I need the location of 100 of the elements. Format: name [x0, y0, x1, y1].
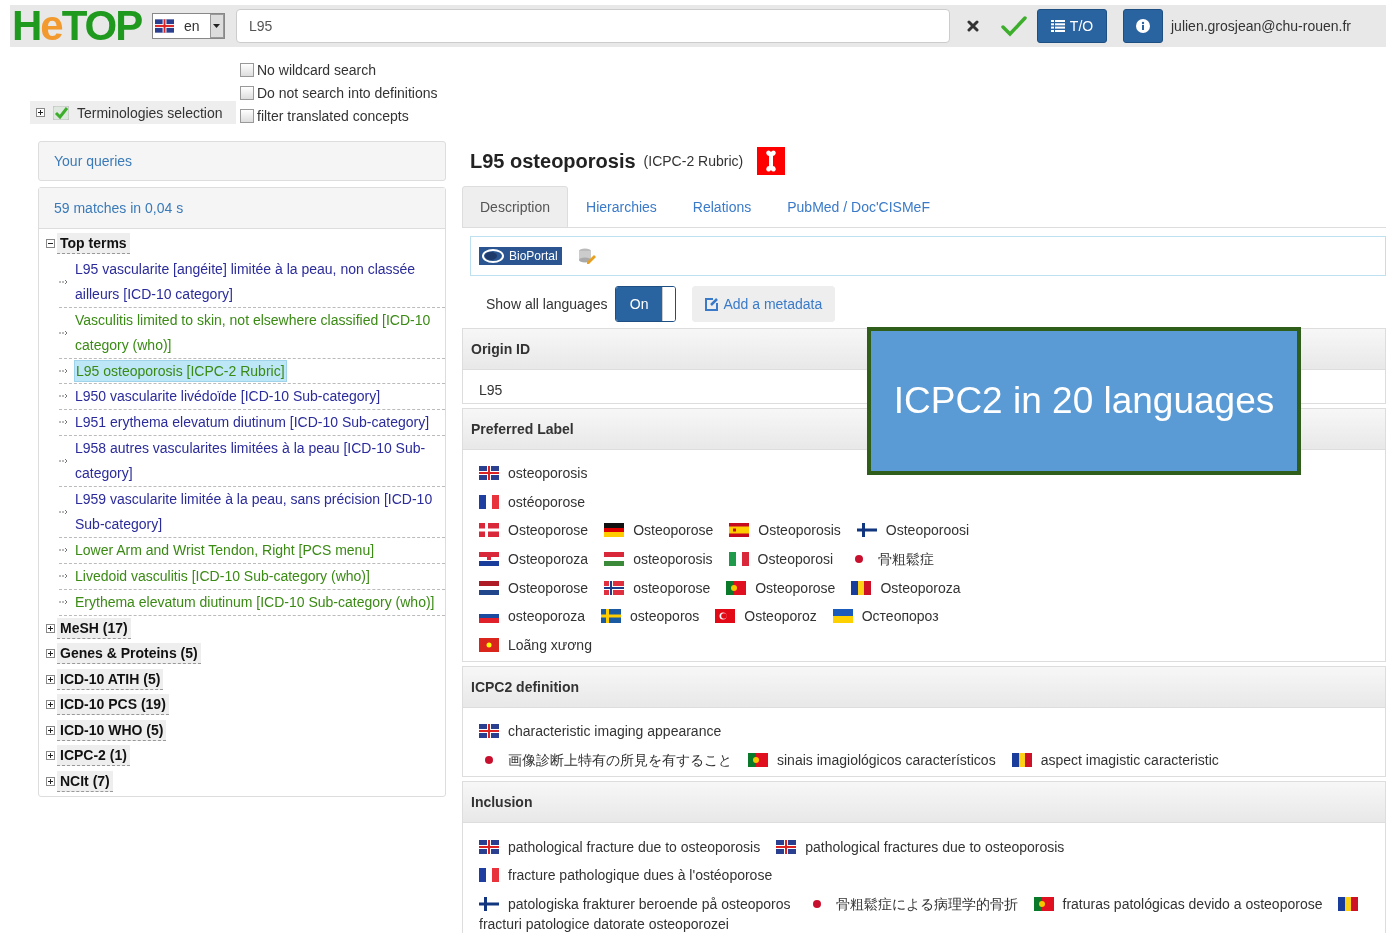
tree-group[interactable]: ICD-10 PCS (19) [57, 694, 169, 716]
expand-icon[interactable] [46, 751, 55, 761]
term-label: osteoporose [633, 579, 711, 596]
info-button[interactable] [1123, 9, 1163, 43]
flag-icon [155, 19, 175, 33]
tree-item[interactable]: L95 vascularite [angéite] limitée à la peau, non classée ailleurs [ICD-10 category] [74, 256, 445, 307]
tree-item[interactable]: Livedoid vasculitis [ICD-10 Sub-category (who)] [74, 563, 371, 589]
expand-icon[interactable] [36, 108, 45, 117]
checkbox[interactable] [240, 85, 254, 100]
bone-icon [757, 147, 786, 175]
flag-icon [479, 466, 499, 481]
arrow-icon [59, 278, 68, 285]
tree-group[interactable]: Top terms [57, 233, 130, 255]
tree-item[interactable]: Erythema elevatum diutinum [ICD-10 Sub-category (who)] [74, 589, 436, 615]
tree-group[interactable]: ICPC-2 (1) [57, 745, 130, 767]
tab[interactable]: Relations [674, 186, 770, 228]
checkmark-icon[interactable] [1001, 15, 1027, 37]
queries-panel[interactable]: Your queries [38, 141, 446, 181]
term-label: Osteoporoosi [885, 522, 970, 539]
logo: HeTOP [12, 6, 143, 46]
add-metadata-button[interactable]: Add a metadata [692, 286, 836, 322]
flag-icon [604, 552, 625, 567]
callout-text: ICPC2 in 20 languages [893, 380, 1275, 422]
flag-icon [729, 523, 750, 538]
tab[interactable]: Hierarchies [568, 186, 675, 228]
flag-icon [715, 609, 736, 624]
term-label: Osteoporose [755, 579, 836, 596]
tab[interactable]: Description [462, 186, 569, 228]
checkbox[interactable] [240, 108, 254, 123]
search-field[interactable]: L95 [236, 9, 950, 43]
tree-item[interactable]: Vasculitis limited to skin, not elsewhere classified [ICD-10 category (who)] [74, 307, 445, 358]
arrow-icon [59, 547, 68, 553]
expand-icon[interactable] [46, 623, 55, 633]
flag-icon [604, 580, 625, 595]
tree-item[interactable]: L958 autres vascularites limitées à la peau [ICD-10 Sub-category] [74, 435, 445, 486]
bioportal-link[interactable]: BioPortal [479, 247, 562, 265]
term-label: 骨粗鬆症による病理学的骨折 [835, 895, 1018, 912]
tree-group[interactable]: Genes & Proteins (5) [57, 643, 201, 665]
section-title: Inclusion [471, 794, 533, 811]
tree-item[interactable]: L959 vascularite limitée à la peau, sans précision [ICD-10 Sub-category] [74, 486, 445, 537]
logo-icon [481, 249, 505, 263]
arrow-icon [59, 457, 68, 464]
flag-icon [479, 868, 499, 883]
tree-item[interactable]: L950 vascularite livédoïde [ICD-10 Sub-category] [74, 383, 382, 409]
section-title: Origin ID [471, 341, 531, 357]
option-label: filter translated concepts [257, 107, 409, 124]
term-label: Osteoporose [508, 522, 589, 539]
arrow-icon [59, 508, 68, 515]
expand-icon[interactable] [46, 674, 55, 684]
term-label: pathological fracture due to osteoporosis [508, 838, 761, 855]
flag-icon [728, 552, 749, 567]
option-label: No wildcard search [257, 61, 377, 78]
expand-icon[interactable] [46, 700, 55, 710]
tree-group[interactable]: NCIt (7) [57, 770, 113, 792]
checkmark-icon[interactable] [53, 105, 69, 120]
flag-icon [776, 839, 797, 854]
arrow-icon [59, 573, 68, 579]
expand-icon[interactable] [46, 725, 55, 735]
origin-id: L95 [479, 381, 503, 400]
flag-icon [479, 523, 499, 538]
toggle-switch[interactable]: On [615, 286, 677, 322]
term-label: osteoporosis [633, 551, 713, 568]
term-label: osteoporoza [508, 608, 586, 625]
collapse-icon[interactable] [46, 239, 55, 249]
tree-group[interactable]: ICD-10 WHO (5) [57, 719, 167, 741]
term-label: Osteoporoza [508, 551, 589, 568]
close-icon[interactable] [967, 20, 979, 32]
edit-icon [705, 297, 720, 311]
term-label: Osteoporosis [758, 522, 841, 539]
tab[interactable]: PubMed / Doc'CISMeF [769, 186, 948, 228]
arrow-icon [59, 419, 68, 425]
language-select[interactable]: en [152, 13, 225, 39]
list-icon [1050, 20, 1065, 32]
flag-icon [479, 494, 499, 509]
arrow-icon [59, 329, 68, 336]
term-label: aspect imagistic caracteristic [1040, 752, 1219, 769]
expand-icon[interactable] [46, 776, 55, 786]
checkbox[interactable] [240, 62, 254, 77]
caret-icon [213, 24, 221, 28]
terminology-button[interactable]: T/O [1037, 9, 1107, 43]
term-label: patologiska frakturer beroende på osteoporos [508, 895, 791, 912]
tree-item[interactable]: L951 erythema elevatum diutinum [ICD-10 Sub-category] [74, 409, 431, 435]
tree-group[interactable]: ICD-10 ATIH (5) [57, 668, 164, 690]
results-summary: 59 matches in 0,04 s [54, 200, 184, 216]
flag-icon [851, 580, 872, 595]
flag-icon [748, 753, 768, 768]
option-label: Do not search into definitions [257, 84, 438, 101]
term-label: fracturi patologice datorate osteoporozei [479, 915, 729, 932]
term-label: Osteoporose [508, 579, 589, 596]
section-title: ICPC2 definition [471, 679, 580, 696]
term-label: osteoporosis [508, 465, 588, 482]
info-icon [1136, 19, 1150, 33]
user-email[interactable]: julien.grosjean@chu-rouen.fr [1171, 18, 1351, 34]
tree-group[interactable]: MeSH (17) [57, 617, 131, 639]
term-label: Osteoporose [633, 522, 714, 539]
flag-icon [1338, 896, 1359, 911]
expand-icon[interactable] [46, 649, 55, 659]
concept-type: (ICPC-2 Rubric) [643, 153, 744, 169]
flag-icon [479, 839, 499, 854]
tree-item[interactable]: Lower Arm and Wrist Tendon, Right [PCS menu] [74, 537, 376, 563]
